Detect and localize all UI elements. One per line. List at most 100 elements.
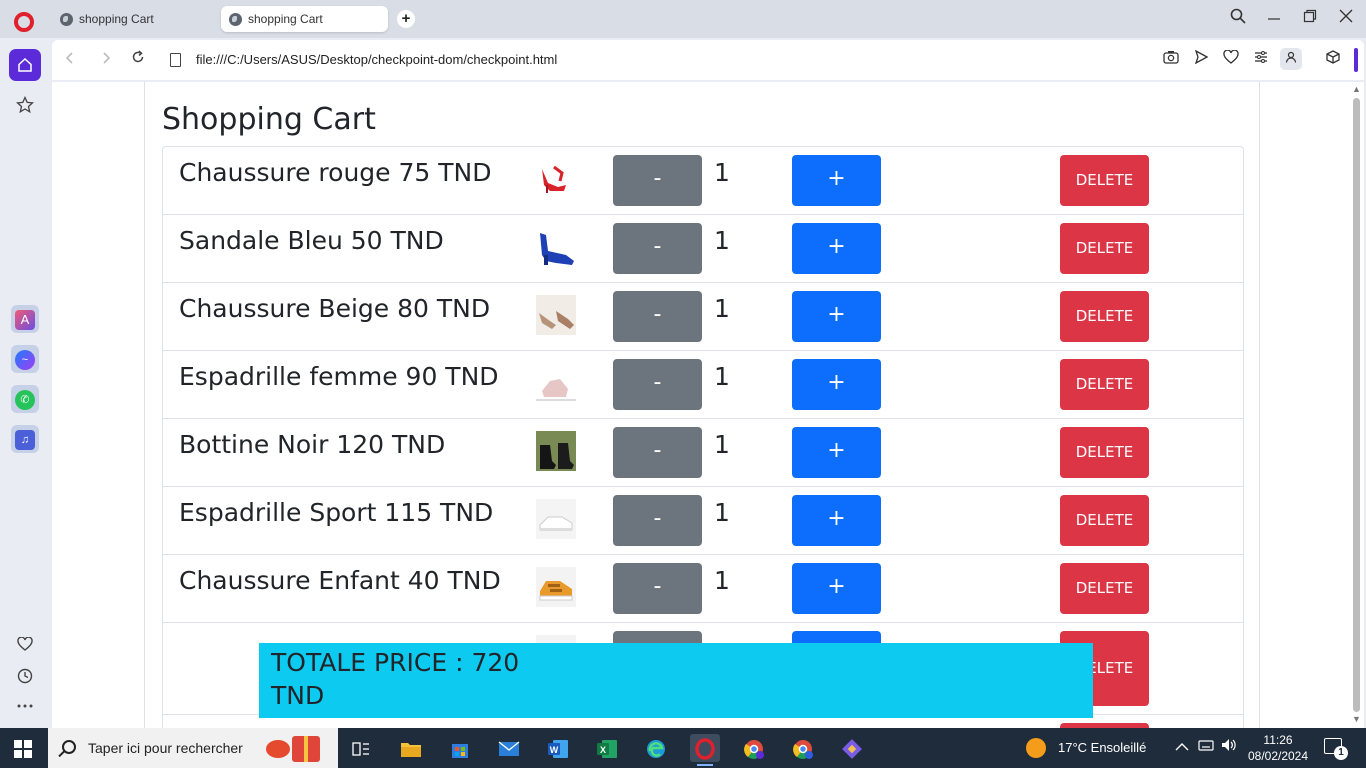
windows-start-icon[interactable]: [14, 740, 32, 758]
increase-qty-button[interactable]: +: [792, 291, 881, 342]
delete-item-button[interactable]: DELETE: [1060, 291, 1149, 342]
black-boot-icon: [536, 431, 576, 471]
heart-icon[interactable]: [9, 628, 41, 660]
opera-logo-icon[interactable]: [14, 12, 34, 32]
white-sneaker-icon: [536, 499, 576, 539]
item-quantity: 1: [714, 226, 730, 255]
page-title: Shopping Cart: [162, 102, 376, 137]
increase-qty-button[interactable]: +: [792, 427, 881, 478]
decrease-qty-button[interactable]: -: [613, 155, 702, 206]
taskbar-search-box[interactable]: Taper ici pour rechercher: [48, 728, 338, 768]
opera-taskbar-icon[interactable]: [690, 734, 720, 766]
more-options-icon[interactable]: [9, 690, 41, 722]
camera-icon[interactable]: [1161, 50, 1181, 70]
increase-qty-button[interactable]: +: [792, 359, 881, 410]
delete-item-button[interactable]: DELETE: [1060, 223, 1149, 274]
easy-setup-icon[interactable]: [1251, 50, 1271, 70]
scroll-down-icon[interactable]: ▼: [1352, 714, 1361, 724]
cart-list: Chaussure rouge 75 TND - 1 + DELETE Sand…: [162, 146, 1244, 728]
reload-icon[interactable]: [127, 49, 149, 71]
tab-inactive[interactable]: shopping Cart: [52, 6, 219, 32]
notification-count-badge: 1: [1334, 746, 1348, 760]
mail-icon[interactable]: [494, 734, 524, 762]
restore-icon[interactable]: [1298, 8, 1322, 30]
decrease-qty-button[interactable]: -: [613, 359, 702, 410]
chrome-icon[interactable]: [739, 734, 769, 762]
item-name: Chaussure Beige 80 TND: [179, 294, 491, 323]
item-quantity: 1: [714, 362, 730, 391]
cart-item: Espadrille femme 90 TND - 1 + DELETE: [163, 351, 1243, 419]
star-icon[interactable]: [9, 89, 41, 121]
item-quantity: 1: [714, 566, 730, 595]
sidebar-accent-bar: [1354, 48, 1358, 72]
delete-item-button[interactable]: DELETE: [1060, 495, 1149, 546]
increase-qty-button[interactable]: +: [792, 155, 881, 206]
increase-qty-button[interactable]: +: [792, 563, 881, 614]
word-icon[interactable]: W: [543, 734, 573, 762]
globe-icon: [229, 12, 242, 26]
decrease-qty-button[interactable]: -: [613, 223, 702, 274]
item-name: Chaussure Enfant 40 TND: [179, 566, 501, 595]
new-tab-button[interactable]: +: [397, 10, 415, 28]
delete-item-button[interactable]: DELETE: [1060, 155, 1149, 206]
url-field[interactable]: file:///C:/Users/ASUS/Desktop/checkpoint…: [196, 52, 557, 67]
messenger-icon[interactable]: ~: [11, 345, 39, 373]
beige-shoe-icon: [536, 295, 576, 335]
decrease-qty-button[interactable]: -: [613, 495, 702, 546]
increase-qty-button[interactable]: +: [792, 495, 881, 546]
svg-text:X: X: [600, 745, 606, 755]
decrease-qty-button[interactable]: -: [613, 291, 702, 342]
cart-item: Sandale Bleu 50 TND - 1 + DELETE: [163, 215, 1243, 283]
minimize-icon[interactable]: [1262, 8, 1286, 30]
taskbar-clock[interactable]: 11:26 08/02/2024: [1246, 732, 1310, 764]
excel-icon[interactable]: X: [592, 734, 622, 762]
extensions-cube-icon[interactable]: [1323, 50, 1343, 70]
search-tabs-icon[interactable]: [1226, 8, 1250, 30]
tab-active[interactable]: shopping Cart: [221, 6, 388, 32]
tab-label: shopping Cart: [248, 12, 323, 26]
scroll-thumb[interactable]: [1353, 98, 1360, 712]
delete-item-button[interactable]: DELETE: [1060, 563, 1149, 614]
increase-qty-button[interactable]: +: [792, 223, 881, 274]
profile-icon[interactable]: [1280, 48, 1302, 70]
item-name: Espadrille Sport 115 TND: [179, 498, 494, 527]
delete-item-button[interactable]: DELETE: [1060, 359, 1149, 410]
aria-icon[interactable]: A: [11, 305, 39, 333]
weather-sun-icon[interactable]: [1026, 738, 1046, 758]
heart-icon[interactable]: [1221, 49, 1241, 70]
globe-icon: [60, 12, 73, 26]
volume-icon[interactable]: [1221, 728, 1237, 768]
task-view-icon[interactable]: [346, 734, 376, 762]
show-hidden-icons-icon[interactable]: [1175, 728, 1189, 768]
page-scrollbar[interactable]: ▲ ▼: [1350, 82, 1364, 728]
back-icon[interactable]: [59, 49, 81, 71]
file-explorer-icon[interactable]: [396, 734, 426, 762]
decrease-qty-button[interactable]: -: [613, 563, 702, 614]
edge-icon[interactable]: [641, 734, 671, 762]
delete-item-button[interactable]: DELETE: [1060, 427, 1149, 478]
cart-item: Chaussure rouge 75 TND - 1 + DELETE: [163, 147, 1243, 215]
send-icon[interactable]: [1191, 49, 1211, 70]
git-tool-icon[interactable]: [837, 734, 867, 762]
item-quantity: 1: [714, 430, 730, 459]
weather-text[interactable]: 17°C Ensoleillé: [1058, 728, 1146, 768]
close-icon[interactable]: [1334, 8, 1358, 30]
home-icon[interactable]: [9, 49, 41, 81]
history-clock-icon[interactable]: [9, 660, 41, 692]
decrease-qty-button[interactable]: -: [613, 427, 702, 478]
music-player-icon[interactable]: ♫: [11, 425, 39, 453]
chrome-icon[interactable]: [788, 734, 818, 762]
red-heel-shoe-icon: [536, 159, 576, 199]
whatsapp-icon[interactable]: ✆: [11, 385, 39, 413]
clock-date: 08/02/2024: [1247, 749, 1309, 763]
search-placeholder: Taper ici pour rechercher: [88, 740, 243, 756]
address-bar: file:///C:/Users/ASUS/Desktop/checkpoint…: [52, 40, 1364, 80]
microsoft-store-icon[interactable]: [445, 734, 475, 762]
total-price-box: TOTALE PRICE : 720 TND: [259, 643, 1093, 718]
keyboard-layout-icon[interactable]: [1198, 728, 1214, 768]
orange-kids-shoe-icon: [536, 567, 576, 607]
cart-item: Bottine Noir 120 TND - 1 + DELETE: [163, 419, 1243, 487]
scroll-up-icon[interactable]: ▲: [1352, 84, 1361, 94]
svg-text:W: W: [550, 745, 559, 755]
forward-icon[interactable]: [95, 49, 117, 71]
